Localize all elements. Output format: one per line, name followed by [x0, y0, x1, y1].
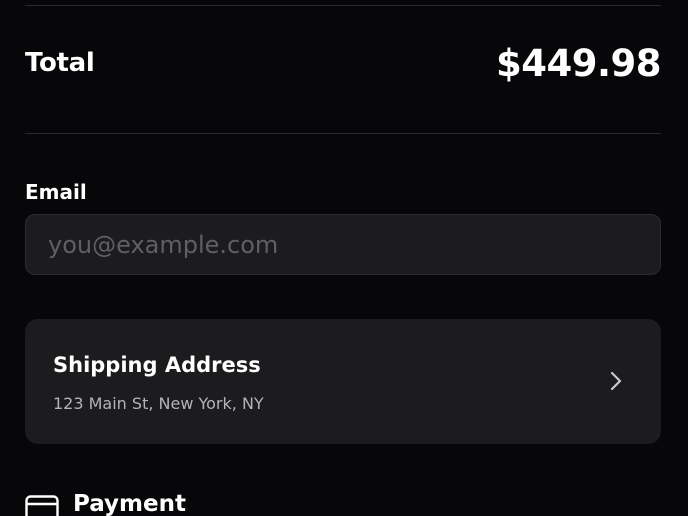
shipping-address-value: 123 Main St, New York, NY [53, 394, 264, 413]
total-amount: $449.98 [495, 42, 662, 85]
chevron-right-icon [610, 371, 622, 391]
credit-card-icon [25, 495, 59, 516]
shipping-address-card[interactable]: Shipping Address 123 Main St, New York, … [25, 319, 661, 444]
divider-top [25, 5, 661, 6]
payment-label: Payment [73, 491, 186, 516]
total-label: Total [25, 48, 95, 78]
divider-summary [25, 133, 661, 134]
email-label: Email [25, 180, 87, 204]
shipping-address-title: Shipping Address [53, 353, 261, 377]
checkout-page: Total $449.98 Email Shipping Address 123… [0, 0, 688, 516]
total-row: Total $449.98 [25, 40, 662, 92]
email-field[interactable] [25, 214, 661, 275]
